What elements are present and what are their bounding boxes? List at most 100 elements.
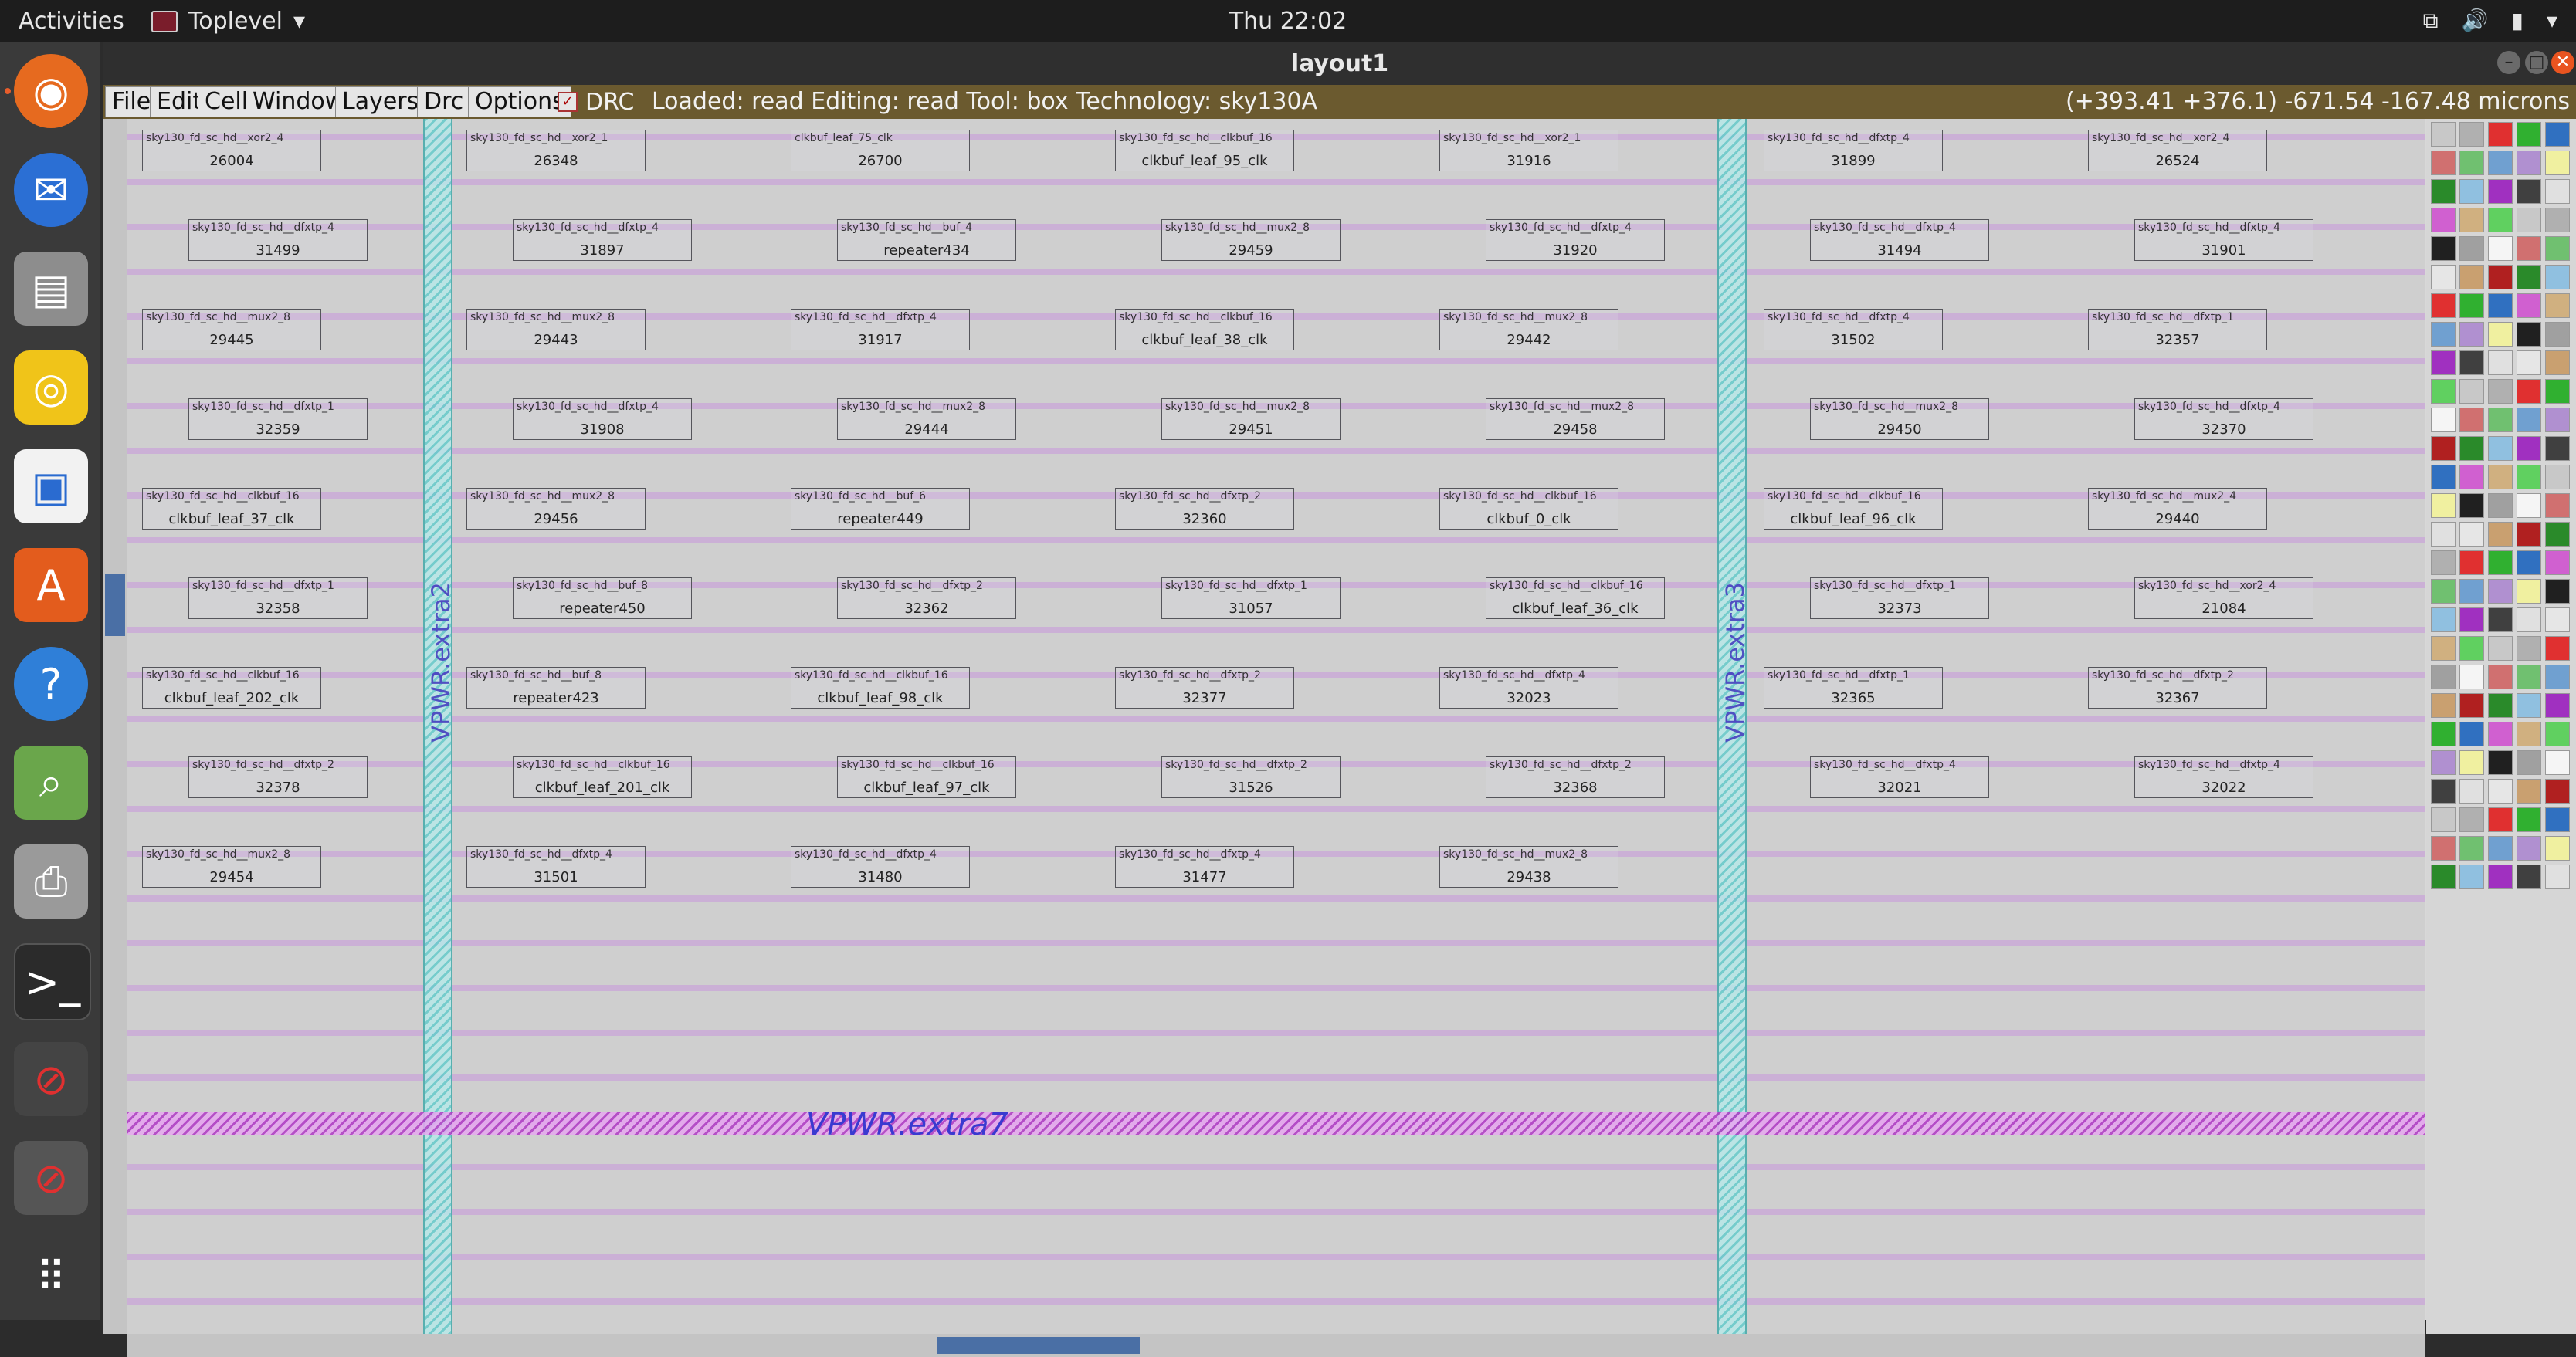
standard-cell[interactable]: sky130_fd_sc_hd__dfxtp_4 31897 [513,219,692,261]
standard-cell[interactable]: sky130_fd_sc_hd__clkbuf_16 clkbuf_leaf_36… [1486,577,1665,619]
layer-swatch[interactable] [2431,722,2456,746]
standard-cell[interactable]: sky130_fd_sc_hd__dfxtp_4 31917 [791,309,970,350]
layer-swatch[interactable] [2517,665,2541,689]
layer-swatch[interactable] [2517,550,2541,575]
layer-swatch[interactable] [2488,636,2513,661]
standard-cell[interactable]: sky130_fd_sc_hd__xor2_4 21084 [2134,577,2313,619]
layer-swatch[interactable] [2545,836,2570,861]
layer-swatch[interactable] [2459,179,2484,204]
layer-swatch[interactable] [2517,636,2541,661]
layer-swatch[interactable] [2517,208,2541,232]
layer-swatch[interactable] [2545,807,2570,832]
layer-swatch[interactable] [2545,465,2570,489]
standard-cell[interactable]: sky130_fd_sc_hd__xor2_1 31916 [1439,130,1618,171]
standard-cell[interactable]: sky130_fd_sc_hd__clkbuf_16 clkbuf_leaf_37… [142,488,321,530]
standard-cell[interactable]: sky130_fd_sc_hd__mux2_8 29451 [1161,398,1341,440]
layer-swatch[interactable] [2431,865,2456,889]
layer-swatch[interactable] [2431,779,2456,804]
standard-cell[interactable]: sky130_fd_sc_hd__dfxtp_2 32377 [1115,667,1294,709]
layer-swatch[interactable] [2431,322,2456,347]
layer-swatch[interactable] [2459,865,2484,889]
layer-swatch[interactable] [2545,722,2570,746]
layer-swatch[interactable] [2459,236,2484,261]
layer-swatch[interactable] [2545,579,2570,604]
layer-swatch[interactable] [2431,379,2456,404]
standard-cell[interactable]: sky130_fd_sc_hd__dfxtp_1 31057 [1161,577,1341,619]
standard-cell[interactable]: sky130_fd_sc_hd__dfxtp_4 31501 [466,846,646,888]
layer-swatch[interactable] [2431,151,2456,175]
layer-swatch[interactable] [2517,722,2541,746]
system-tray[interactable]: ⧉ 🔊 ▮ ▾ [2423,8,2557,34]
layer-swatch[interactable] [2459,379,2484,404]
layer-swatch[interactable] [2517,350,2541,375]
scrollbar-thumb[interactable] [937,1337,1140,1354]
layer-swatch[interactable] [2517,436,2541,461]
layer-swatch[interactable] [2488,665,2513,689]
drc-toggle[interactable]: ✓ DRC [558,88,634,116]
standard-cell[interactable]: sky130_fd_sc_hd__mux2_8 29442 [1439,309,1618,350]
standard-cell[interactable]: sky130_fd_sc_hd__dfxtp_1 32373 [1810,577,1989,619]
layer-swatch[interactable] [2431,293,2456,318]
terminal-icon[interactable]: >_ [14,943,91,1020]
menu-layers[interactable]: Layers [335,86,426,117]
close-icon[interactable]: ✕ [2551,51,2574,74]
standard-cell[interactable]: sky130_fd_sc_hd__clkbuf_16 clkbuf_0_clk [1439,488,1618,530]
layer-swatch[interactable] [2488,265,2513,289]
layer-swatch[interactable] [2545,265,2570,289]
vpwr-rail[interactable] [127,1112,2425,1135]
layer-swatch[interactable] [2517,236,2541,261]
layer-swatch[interactable] [2545,179,2570,204]
layer-swatch[interactable] [2431,265,2456,289]
standard-cell[interactable]: sky130_fd_sc_hd__xor2_4 26004 [142,130,321,171]
thunderbird-icon[interactable]: ✉ [14,153,88,227]
layer-swatch[interactable] [2488,836,2513,861]
layer-swatch[interactable] [2431,665,2456,689]
blocked-app-icon[interactable]: ⊘ [14,1141,88,1215]
layer-swatch[interactable] [2431,636,2456,661]
layer-swatch[interactable] [2488,493,2513,518]
checkbox-icon[interactable]: ✓ [558,92,578,112]
standard-cell[interactable]: sky130_fd_sc_hd__clkbuf_16 clkbuf_leaf_20… [142,667,321,709]
layer-swatch[interactable] [2488,607,2513,632]
scanner-icon[interactable]: ⎙ [14,844,88,919]
standard-cell[interactable]: sky130_fd_sc_hd__xor2_1 26348 [466,130,646,171]
layer-swatch[interactable] [2545,208,2570,232]
layer-swatch[interactable] [2431,750,2456,775]
standard-cell[interactable]: sky130_fd_sc_hd__mux2_8 29444 [837,398,1016,440]
activities-button[interactable]: Activities [19,8,124,35]
layer-swatch[interactable] [2459,436,2484,461]
layer-swatch[interactable] [2459,750,2484,775]
standard-cell[interactable]: sky130_fd_sc_hd__dfxtp_4 32370 [2134,398,2313,440]
scrollbar-thumb[interactable] [105,574,125,636]
image-viewer-icon[interactable]: ⌕ [14,746,88,820]
layer-swatch[interactable] [2488,236,2513,261]
minimize-icon[interactable]: – [2497,51,2520,74]
standard-cell[interactable]: sky130_fd_sc_hd__dfxtp_4 32023 [1439,667,1618,709]
layer-swatch[interactable] [2517,122,2541,147]
layer-swatch[interactable] [2545,693,2570,718]
menu-drc[interactable]: Drc [417,86,471,117]
layer-swatch[interactable] [2517,836,2541,861]
help-icon[interactable]: ? [14,647,88,721]
standard-cell[interactable]: sky130_fd_sc_hd__mux2_8 29456 [466,488,646,530]
standard-cell[interactable]: sky130_fd_sc_hd__dfxtp_4 31920 [1486,219,1665,261]
battery-icon[interactable]: ▮ [2512,8,2523,34]
layer-swatch[interactable] [2517,807,2541,832]
layer-swatch[interactable] [2488,179,2513,204]
layer-swatch[interactable] [2488,579,2513,604]
layer-swatch[interactable] [2431,236,2456,261]
layer-swatch[interactable] [2545,493,2570,518]
layer-swatch[interactable] [2488,465,2513,489]
standard-cell[interactable]: sky130_fd_sc_hd__dfxtp_4 31494 [1810,219,1989,261]
layer-swatch[interactable] [2431,550,2456,575]
volume-icon[interactable]: 🔊 [2462,8,2489,34]
layer-swatch[interactable] [2431,179,2456,204]
layer-swatch[interactable] [2545,865,2570,889]
window-titlebar[interactable]: layout1 – □ ✕ [103,42,2576,85]
layer-swatch[interactable] [2545,636,2570,661]
layer-swatch[interactable] [2431,493,2456,518]
software-center-icon[interactable]: A [14,548,88,622]
standard-cell[interactable]: sky130_fd_sc_hd__dfxtp_2 32362 [837,577,1016,619]
layer-swatch[interactable] [2545,408,2570,432]
layer-swatch[interactable] [2545,607,2570,632]
